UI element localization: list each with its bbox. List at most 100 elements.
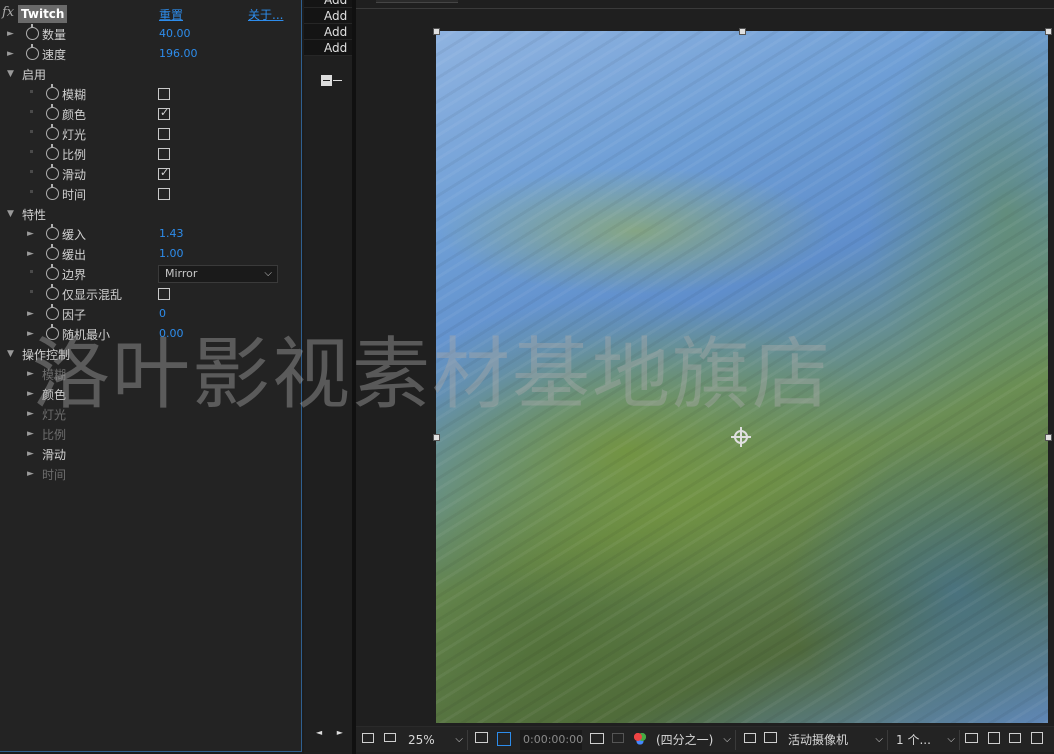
composition-frame[interactable] (436, 31, 1048, 723)
param-checkbox[interactable] (158, 128, 170, 140)
param-label: 颜色 (62, 108, 87, 122)
always-preview-icon[interactable] (362, 733, 374, 743)
stopwatch-icon[interactable] (46, 104, 59, 120)
twirl-arrow-icon[interactable]: ► (27, 408, 34, 420)
param-value[interactable]: 40.00 (159, 27, 191, 40)
transform-handle[interactable] (433, 28, 440, 35)
stopwatch-icon[interactable] (46, 284, 59, 300)
bullet (30, 190, 33, 193)
effect-name[interactable]: Twitch (18, 5, 68, 23)
param-checkbox[interactable] (158, 106, 170, 120)
twirl-arrow-icon[interactable]: ► (27, 428, 34, 440)
fast-previews-icon[interactable] (988, 732, 1000, 744)
effect-row: ► 缓入 1.43 (0, 224, 286, 244)
timeline-icon[interactable] (1009, 733, 1021, 743)
stopwatch-icon[interactable] (46, 224, 59, 240)
param-value[interactable]: 0.00 (159, 327, 184, 340)
stopwatch-icon[interactable] (46, 304, 59, 320)
reset-link[interactable]: 重置 (159, 6, 183, 23)
flowchart-icon[interactable] (1031, 732, 1043, 744)
bullet (30, 110, 33, 113)
collapse-icon[interactable] (321, 75, 332, 86)
stopwatch-icon[interactable] (46, 324, 59, 340)
color-channels-icon[interactable] (633, 732, 647, 746)
add-button[interactable]: Add (304, 0, 352, 8)
effect-row: 比例 (0, 144, 286, 164)
stopwatch-icon[interactable] (46, 124, 59, 140)
param-value[interactable]: 196.00 (159, 47, 198, 60)
nav-arrows-icon[interactable]: ◄ ► (316, 728, 349, 737)
stopwatch-icon[interactable] (26, 44, 39, 60)
sub-group-label[interactable]: 时间 (42, 466, 66, 483)
twirl-arrow-icon[interactable]: ► (27, 228, 34, 240)
divider (333, 80, 342, 81)
sub-group-label[interactable]: 颜色 (42, 386, 66, 403)
transparency-grid-icon[interactable] (764, 732, 777, 743)
add-button[interactable]: Add (304, 8, 352, 24)
param-checkbox[interactable] (158, 148, 170, 160)
zoom-select[interactable]: 25% ⌵ (404, 730, 468, 750)
param-value[interactable]: 0 (159, 307, 166, 320)
twirl-arrow-icon[interactable]: ► (7, 48, 14, 60)
add-button[interactable]: Add (304, 40, 352, 56)
transform-handle[interactable] (433, 434, 440, 441)
stopwatch-icon[interactable] (46, 184, 59, 200)
mask-visibility-icon[interactable] (497, 732, 511, 746)
param-value[interactable]: 1.43 (159, 227, 184, 240)
twirl-arrow-icon[interactable]: ▼ (7, 208, 14, 220)
show-snapshot-icon[interactable] (612, 733, 624, 743)
stopwatch-icon[interactable] (46, 164, 59, 180)
twirl-arrow-icon[interactable]: ▼ (7, 348, 14, 360)
views-select[interactable]: 1 个... ⌵ (892, 730, 960, 750)
param-checkbox[interactable] (158, 88, 170, 100)
param-label: 数量 (42, 28, 67, 42)
bullet (30, 290, 33, 293)
resolution-select[interactable]: (四分之一) ⌵ (652, 730, 736, 750)
twirl-arrow-icon[interactable]: ► (27, 328, 34, 340)
effect-row: ► 颜色 (0, 384, 286, 404)
add-button[interactable]: Add (304, 24, 352, 40)
camera-snapshot-icon[interactable] (590, 733, 604, 744)
param-label: 因子 (62, 308, 87, 322)
stopwatch-icon[interactable] (46, 84, 59, 100)
stopwatch-icon[interactable] (26, 24, 39, 40)
chevron-down-icon: ⌵ (264, 268, 272, 279)
twirl-arrow-icon[interactable]: ► (7, 28, 14, 40)
reset-exposure-icon[interactable] (965, 733, 978, 743)
transform-handle[interactable] (739, 28, 746, 35)
timecode-field[interactable]: 0:00:00:00 (520, 730, 583, 750)
twirl-arrow-icon[interactable]: ► (27, 248, 34, 260)
add-buttons-column: Add Add Add Add ◄ ► (304, 0, 352, 754)
grid-icon[interactable] (475, 732, 488, 743)
stopwatch-icon[interactable] (46, 264, 59, 280)
fx-icon[interactable]: fx (2, 5, 14, 20)
twirl-arrow-icon[interactable]: ► (27, 308, 34, 320)
twirl-arrow-icon[interactable]: ► (27, 468, 34, 480)
stopwatch-icon[interactable] (46, 244, 59, 260)
about-link[interactable]: 关于... (248, 6, 283, 23)
param-checkbox[interactable] (158, 166, 170, 180)
twirl-arrow-icon[interactable]: ▼ (7, 68, 14, 80)
sub-group-label[interactable]: 灯光 (42, 406, 66, 423)
border-select[interactable]: Mirror ⌵ (158, 265, 278, 283)
param-checkbox[interactable] (158, 188, 170, 200)
twirl-arrow-icon[interactable]: ► (27, 388, 34, 400)
param-checkbox[interactable] (158, 288, 170, 300)
sub-group-label[interactable]: 滑动 (42, 446, 66, 463)
region-of-interest-icon[interactable] (744, 733, 756, 743)
sub-group-label[interactable]: 比例 (42, 426, 66, 443)
effect-row: 时间 (0, 184, 286, 204)
monitor-icon[interactable] (384, 733, 396, 742)
twirl-arrow-icon[interactable]: ► (27, 448, 34, 460)
camera-select[interactable]: 活动摄像机 ⌵ (784, 730, 888, 750)
param-value[interactable]: 1.00 (159, 247, 184, 260)
sub-group-label[interactable]: 模糊 (42, 366, 66, 383)
twirl-arrow-icon[interactable]: ► (27, 368, 34, 380)
transform-handle[interactable] (1045, 28, 1052, 35)
transform-handle[interactable] (1045, 434, 1052, 441)
anchor-point-icon[interactable] (731, 427, 751, 447)
select-value: Mirror (165, 267, 198, 280)
views-value: 1 个... (896, 733, 931, 747)
stopwatch-icon[interactable] (46, 144, 59, 160)
viewer-tab[interactable] (376, 0, 458, 3)
